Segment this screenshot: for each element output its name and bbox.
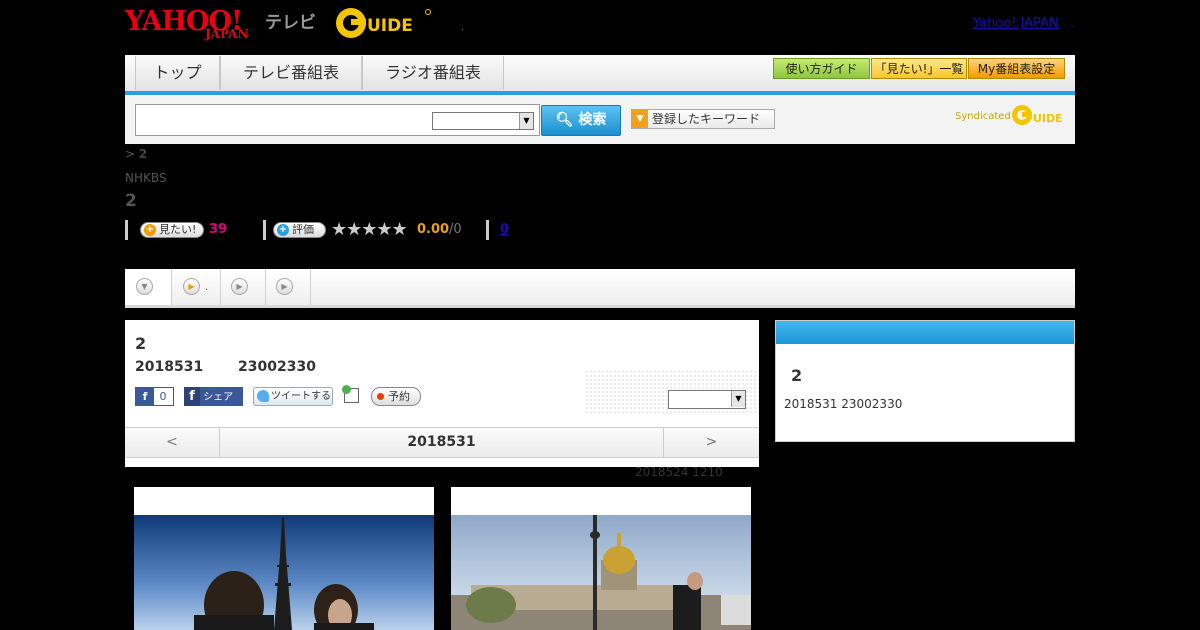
play-icon: ▶ [231,278,248,295]
breadcrumb-current: 2 [138,147,148,161]
detail-title: 2 [135,334,147,353]
tv-logo-text[interactable]: テレビ [265,8,316,33]
breadcrumb: > 2 [125,147,147,161]
program-detail-panel: 2 2018531 23002330 f0 f シェア ツイートする 予約 ▼ … [125,320,759,467]
tab-label: . [205,282,209,293]
syndicated-label: Syndicated [955,111,1011,122]
date-navigation: < 2018531 > [125,427,759,458]
yahoo-japan-link[interactable]: Yahoo! JAPAN [973,16,1059,31]
review-count-link[interactable]: 0 [500,222,509,237]
main-nav: トップ テレビ番組表 ラジオ番組表 使い方ガイド 「見たい!」一覧 My番組表設… [125,55,1075,95]
rating-stars: ★★★★★ [331,219,408,240]
play-icon: ▶ [183,278,200,295]
divider [263,220,266,240]
add-to-calendar-icon[interactable] [342,385,359,403]
facebook-icon: f [136,388,154,405]
side-panel-header [776,321,1074,344]
yahoo-japan-logo-subtext: JAPAN [205,27,249,41]
nav-tab-tv-listings[interactable]: テレビ番組表 [220,56,362,90]
recorder-select[interactable]: ▼ [668,390,746,409]
chevron-down-icon: ▼ [731,391,745,407]
facebook-share-button[interactable]: f シェア [184,387,243,406]
rating-votes: /0 [449,222,462,237]
facebook-icon: f [184,387,200,406]
play-icon: ▶ [276,278,293,295]
want-button-label: 見たい! [159,223,197,236]
eiffel-tower-scene [194,517,374,630]
divider [125,220,128,240]
program-image-1[interactable] [134,487,434,630]
guide-button[interactable]: 使い方ガイド [773,58,870,79]
next-broadcast-button[interactable]: > [663,428,759,457]
search-button-label: 検索 [578,112,607,128]
tab-more[interactable]: ▶ [266,269,311,305]
plus-icon: + [277,224,289,236]
previous-broadcast-button[interactable]: < [125,428,220,457]
syndicated-gguide-logo: UIDE [1012,105,1063,125]
side-panel: 2 2018531 23002330 [775,320,1075,442]
program-tabs: ▼ ▶ . ▶ ▶ [125,269,1075,308]
tab-overview[interactable]: ▼ [125,269,172,305]
chevron-down-icon: ▼ [519,113,533,129]
search-category-select[interactable]: ▼ [432,112,534,130]
gguide-logo[interactable]: UIDE [335,6,431,40]
facebook-like-count: 0 [159,390,167,403]
page-title: 2 [125,191,137,211]
channel-name[interactable]: NHKBS [125,171,167,185]
want-count: 39 [209,222,228,237]
side-panel-title: 2 [791,366,803,385]
program-image-2[interactable] [451,487,751,630]
facebook-share-label: シェア [203,392,234,403]
header-separator: . [461,22,465,33]
last-updated: 2018524 1210 [635,465,723,479]
invalides-scene [451,515,751,630]
want-list-button[interactable]: 「見たい!」一覧 [871,58,967,79]
tweet-label: ツイートする [271,391,331,402]
reserve-label: 予約 [388,390,410,403]
registered-keywords-button[interactable]: ▼ 登録したキーワード [631,109,775,129]
search-icon: 🔍︎ [555,112,574,128]
chevron-down-icon: ▼ [632,110,648,128]
facebook-like-button[interactable]: f0 [135,387,174,406]
tab-reviews[interactable]: ▶ [221,269,266,305]
rate-button-label: 評価 [292,223,314,236]
broadcast-date: 2018531 [135,359,204,375]
reserve-recording-button[interactable]: 予約 [371,387,421,406]
broadcast-time: 23002330 [238,359,316,375]
nav-tab-top[interactable]: トップ [135,56,220,90]
registered-keywords-label: 登録したキーワード [652,112,761,126]
rate-button[interactable]: + 評価 [273,222,326,238]
my-listings-settings-button[interactable]: My番組表設定 [968,58,1065,79]
search-bar: ▼ 🔍︎ 検索 ▼ 登録したキーワード Syndicated UIDE [125,95,1075,144]
rating-score: 0.00 [417,222,450,237]
current-broadcast-date: 2018531 [407,434,476,450]
want-button[interactable]: + 見たい! [140,222,204,238]
chevron-down-icon: ▼ [136,278,153,295]
svg-text:UIDE: UIDE [367,16,413,36]
header-link-separator: . [1070,16,1075,31]
side-panel-broadcast-info: 2018531 23002330 [784,397,903,411]
twitter-bird-icon [257,390,269,402]
tweet-button[interactable]: ツイートする [253,387,333,406]
nav-tab-radio-listings[interactable]: ラジオ番組表 [362,56,504,90]
divider [486,220,489,240]
plus-icon: + [144,224,156,236]
search-button[interactable]: 🔍︎ 検索 [541,105,621,136]
svg-text:UIDE: UIDE [1033,112,1063,125]
record-icon [377,393,384,400]
breadcrumb-separator: > [125,147,136,161]
tab-related[interactable]: ▶ . [172,269,221,305]
